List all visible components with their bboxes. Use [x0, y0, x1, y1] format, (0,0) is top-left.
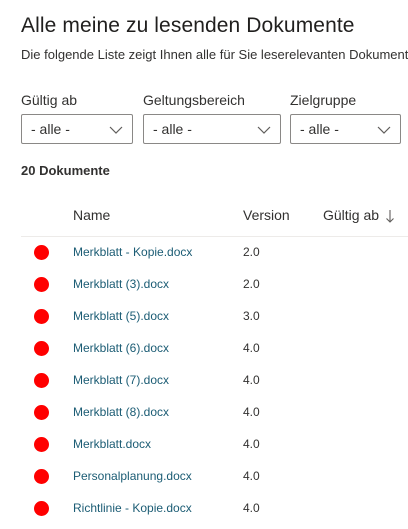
table-row[interactable]: Merkblatt (8).docx 4.0	[21, 397, 408, 429]
document-count: 20 Dokumente	[21, 163, 110, 178]
document-link[interactable]: Merkblatt (5).docx	[73, 309, 169, 323]
dropdown-value: - alle -	[153, 121, 192, 137]
chevron-down-icon	[257, 126, 271, 134]
document-version: 4.0	[243, 501, 260, 515]
filter-dropdown-gueltig-ab[interactable]: - alle -	[21, 114, 133, 144]
status-dot-icon	[34, 501, 49, 516]
document-link[interactable]: Merkblatt - Kopie.docx	[73, 245, 192, 259]
document-link[interactable]: Merkblatt (8).docx	[73, 405, 169, 419]
filter-label-geltungsbereich: Geltungsbereich	[143, 92, 245, 108]
document-version: 4.0	[243, 437, 260, 451]
table-row[interactable]: Merkblatt (6).docx 4.0	[21, 333, 408, 365]
column-header-version[interactable]: Version	[243, 207, 290, 223]
document-version: 3.0	[243, 309, 260, 323]
status-dot-icon	[34, 405, 49, 420]
filter-dropdown-geltungsbereich[interactable]: - alle -	[143, 114, 281, 144]
document-link[interactable]: Merkblatt (3).docx	[73, 277, 169, 291]
page-title: Alle meine zu lesenden Dokumente	[21, 14, 355, 37]
filter-dropdown-zielgruppe[interactable]: - alle -	[290, 114, 401, 144]
table-row[interactable]: Richtlinie - Kopie.docx 4.0	[21, 493, 408, 525]
dropdown-value: - alle -	[31, 121, 70, 137]
table-row[interactable]: Merkblatt (7).docx 4.0	[21, 365, 408, 397]
status-dot-icon	[34, 309, 49, 324]
page-subtitle: Die folgende Liste zeigt Ihnen alle für …	[21, 47, 408, 62]
status-dot-icon	[34, 373, 49, 388]
table-row[interactable]: Merkblatt.docx 4.0	[21, 429, 408, 461]
document-version: 4.0	[243, 341, 260, 355]
status-dot-icon	[34, 341, 49, 356]
column-header-name[interactable]: Name	[73, 207, 110, 223]
table-row[interactable]: Merkblatt (3).docx 2.0	[21, 269, 408, 301]
document-link[interactable]: Merkblatt (6).docx	[73, 341, 169, 355]
status-dot-icon	[34, 277, 49, 292]
status-dot-icon	[34, 437, 49, 452]
document-link[interactable]: Merkblatt (7).docx	[73, 373, 169, 387]
status-dot-icon	[34, 469, 49, 484]
filter-label-zielgruppe: Zielgruppe	[290, 92, 357, 108]
column-header-gueltig-ab[interactable]: Gültig ab	[323, 207, 379, 223]
document-link[interactable]: Personalplanung.docx	[73, 469, 192, 483]
document-version: 4.0	[243, 405, 260, 419]
table-row[interactable]: Merkblatt (5).docx 3.0	[21, 301, 408, 333]
document-link[interactable]: Merkblatt.docx	[73, 437, 151, 451]
status-dot-icon	[34, 245, 49, 260]
table-row[interactable]: Personalplanung.docx 4.0	[21, 461, 408, 493]
table-row[interactable]: Merkblatt - Kopie.docx 2.0	[21, 237, 408, 269]
chevron-down-icon	[109, 126, 123, 134]
document-version: 4.0	[243, 373, 260, 387]
document-link[interactable]: Richtlinie - Kopie.docx	[73, 501, 192, 515]
dropdown-value: - alle -	[300, 121, 339, 137]
document-version: 4.0	[243, 469, 260, 483]
arrow-down-icon	[386, 210, 394, 223]
filter-label-gueltig-ab: Gültig ab	[21, 92, 78, 108]
document-version: 2.0	[243, 245, 260, 259]
chevron-down-icon	[377, 126, 391, 134]
document-version: 2.0	[243, 277, 260, 291]
